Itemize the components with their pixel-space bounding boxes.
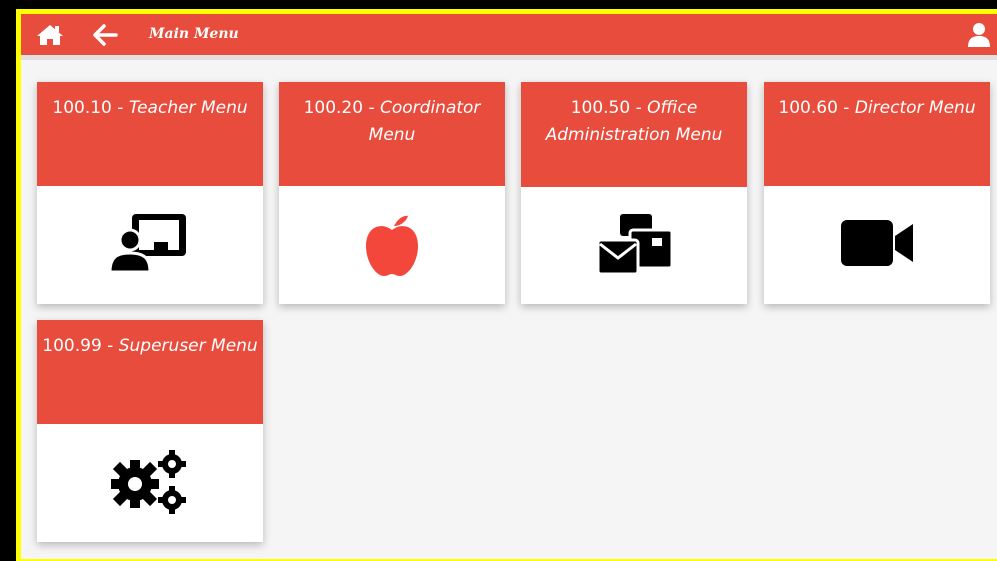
cogs-icon xyxy=(37,448,263,522)
card-header: 100.99 - Superuser Menu xyxy=(37,320,263,424)
card-header: 100.50 - Office Administration Menu xyxy=(521,82,747,187)
chalkboard-teacher-icon xyxy=(37,210,263,284)
card-code: 100.10 - xyxy=(52,98,129,118)
card-label: Coordinator Menu xyxy=(368,98,481,145)
menu-card-coordinator[interactable]: 100.20 - Coordinator Menu xyxy=(279,82,505,304)
user-icon[interactable] xyxy=(967,22,991,48)
apple-icon xyxy=(279,210,505,284)
card-header: 100.20 - Coordinator Menu xyxy=(279,82,505,186)
menu-card-teacher[interactable]: 100.10 - Teacher Menu xyxy=(37,82,263,304)
mail-bulk-icon xyxy=(521,210,747,284)
menu-card-director[interactable]: 100.60 - Director Menu xyxy=(764,82,990,304)
home-icon[interactable] xyxy=(35,23,65,47)
card-label: Teacher Menu xyxy=(128,98,248,118)
menu-card-office-administration[interactable]: 100.50 - Office Administration Menu xyxy=(521,82,747,304)
arrow-left-icon[interactable] xyxy=(92,23,122,47)
card-code: 100.20 - xyxy=(303,98,380,118)
card-code: 100.50 - xyxy=(570,98,648,118)
card-code: 100.99 - xyxy=(42,336,119,356)
top-bar: Main Menu xyxy=(21,14,997,55)
menu-card-superuser[interactable]: 100.99 - Superuser Menu xyxy=(37,320,263,542)
app-window: Main Menu 100.10 - Teacher Menu 100.20 -… xyxy=(21,14,997,559)
card-label: Superuser Menu xyxy=(118,336,258,356)
video-icon xyxy=(764,216,990,274)
card-header: 100.60 - Director Menu xyxy=(764,82,990,186)
topbar-divider xyxy=(21,55,997,60)
card-code: 100.60 - xyxy=(778,98,855,118)
card-header: 100.10 - Teacher Menu xyxy=(37,82,263,186)
page-title: Main Menu xyxy=(149,26,239,42)
card-label: Director Menu xyxy=(854,98,976,118)
